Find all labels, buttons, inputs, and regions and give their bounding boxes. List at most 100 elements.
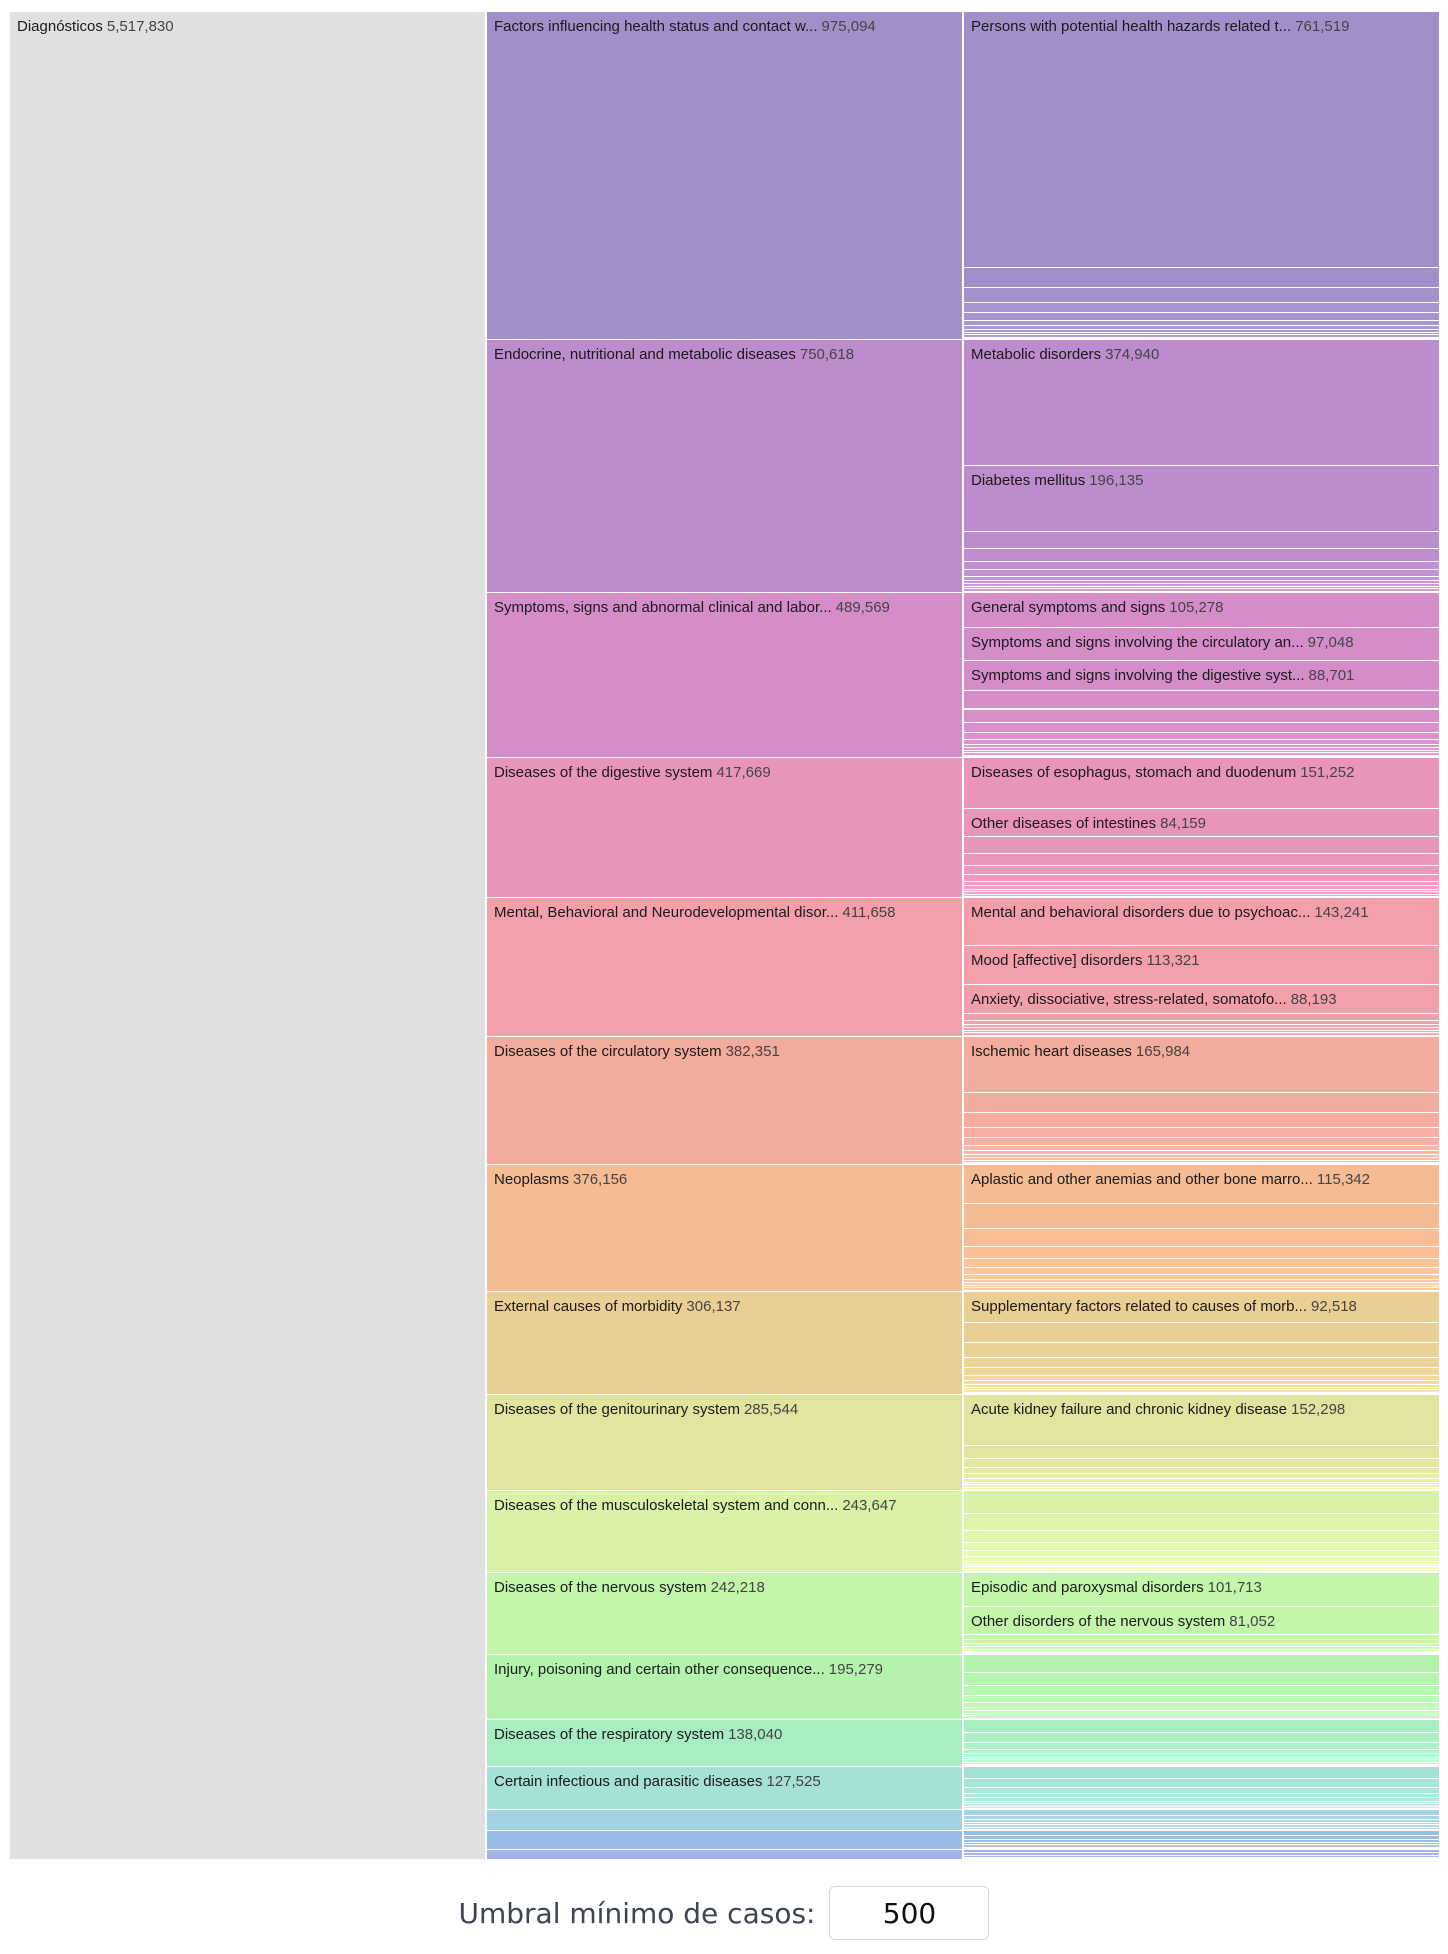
subcategory-cell-small[interactable] [964,753,1439,756]
subcategory-cell-small[interactable] [964,589,1439,592]
cell-label: Aplastic and other anemias and other bon… [971,1171,1370,1188]
subcategory-cell-small[interactable] [964,836,1439,855]
category-cell[interactable] [487,1830,962,1851]
subcategory-cell-small[interactable] [964,1487,1439,1491]
category-cell[interactable]: Diseases of the respiratory system 138,04… [487,1720,962,1767]
subcategory-cell[interactable]: Supplementary factors related to causes … [964,1292,1439,1324]
category-cell[interactable] [487,1809,962,1831]
subcategory-cell-small[interactable] [964,1343,1439,1358]
subcategory-cell-small[interactable] [964,1778,1439,1788]
root-cell[interactable]: Diagnósticos 5,517,830 [10,12,485,1860]
subcategory-cell-small[interactable] [964,288,1439,303]
subcategory-cell-small[interactable] [964,722,1439,733]
category-cell[interactable] [487,1850,962,1860]
subcategory-cell-small[interactable] [964,1514,1439,1531]
subcategory-cell[interactable]: Diseases of esophagus, stomach and duode… [964,757,1439,809]
subcategory-cell-small[interactable] [964,1033,1439,1036]
subcategory-cell-small[interactable] [964,1673,1439,1687]
subcategory-cell-small[interactable] [964,1138,1439,1146]
subcategory-cell-small[interactable] [964,1845,1439,1848]
subcategory-cell-small[interactable] [964,532,1439,550]
subcategory-cell[interactable]: Symptoms and signs involving the digesti… [964,660,1439,691]
subcategory-cell[interactable]: General symptoms and signs 105,278 [964,592,1439,629]
subcategory-cell-small[interactable] [964,1288,1439,1291]
subcategory-cell-small[interactable] [964,1127,1439,1139]
subcategory-cell-small[interactable] [964,1160,1439,1164]
subcategory-cell-small[interactable] [964,549,1439,562]
subcategory-cell[interactable]: Aplastic and other anemias and other bon… [964,1165,1439,1205]
subcategory-cell-small[interactable] [964,1733,1439,1743]
subcategory-cell[interactable]: Episodic and paroxysmal disorders 101,713 [964,1573,1439,1608]
subcategory-cell-small[interactable] [964,1720,1439,1734]
category-cell[interactable]: Diseases of the circulatory system 382,35… [487,1036,962,1166]
subcategory-cell-small[interactable] [964,1686,1439,1696]
subcategory-cell[interactable]: Other diseases of intestines 84,159 [964,808,1439,837]
category-cell[interactable]: Factors influencing health status and co… [487,12,962,341]
subcategory-cell-small[interactable] [964,1806,1439,1810]
subcategory-cell-small[interactable] [964,268,1439,289]
subcategory-cell-small[interactable] [964,1542,1439,1552]
subcategory-cell-small[interactable] [964,1855,1439,1859]
category-cell[interactable]: Endocrine, nutritional and metabolic dis… [487,340,962,593]
subcategory-cell-small[interactable] [964,1259,1439,1269]
category-cell[interactable]: Injury, poisoning and certain other cons… [487,1654,962,1721]
subcategory-cell[interactable]: Acute kidney failure and chronic kidney … [964,1395,1439,1447]
subcategory-cell-small[interactable] [964,1113,1439,1128]
subcategory-cell-small[interactable] [964,894,1439,898]
category-cell[interactable]: Certain infectious and parasitic disease… [487,1766,962,1810]
category-cell[interactable]: Diseases of the musculoskeletal system a… [487,1491,962,1574]
subcategory-cell[interactable]: Persons with potential health hazards re… [964,12,1439,269]
category-cell[interactable]: Symptoms, signs and abnormal clinical an… [487,592,962,758]
cell-value: 101,713 [1207,1579,1262,1597]
subcategory-cell-small[interactable] [964,1368,1439,1376]
subcategory-cell[interactable]: Mental and behavioral disorders due to p… [964,898,1439,947]
subcategory-cell-small[interactable] [964,1762,1439,1766]
subcategory-cell-small[interactable] [964,1390,1439,1393]
subcategory-cell-small[interactable] [964,1654,1439,1674]
subcategory-cell-small[interactable] [964,1695,1439,1703]
subcategory-cell-small[interactable] [964,1092,1439,1113]
subcategory-cell-small[interactable] [964,1649,1439,1653]
subcategory-cell-small[interactable] [964,1246,1439,1260]
category-cell[interactable]: External causes of morbidity 306,137 [487,1292,962,1396]
subcategory-cell-small[interactable] [964,732,1439,740]
threshold-input[interactable] [829,1886,990,1940]
subcategory-cell-small[interactable] [964,1323,1439,1344]
subcategory-cell[interactable]: Symptoms and signs involving the circula… [964,628,1439,661]
subcategory-cell-small[interactable] [964,1569,1439,1573]
cell-label-text: Diseases of the digestive system [494,763,713,781]
subcategory-cell-small[interactable] [964,1716,1439,1719]
subcategory-cell-small[interactable] [964,1268,1439,1276]
subcategory-cell[interactable]: Ischemic heart diseases 165,984 [964,1036,1439,1093]
subcategory-cell-small[interactable] [964,1446,1439,1459]
subcategory-cell-small[interactable] [964,335,1439,338]
cell-label-text: Episodic and paroxysmal disorders [971,1579,1204,1597]
category-cell[interactable]: Mental, Behavioral and Neurodevelopmenta… [487,898,962,1037]
category-cell[interactable]: Diseases of the digestive system 417,669 [487,757,962,899]
subcategory-cell-small[interactable] [964,302,1439,314]
subcategory-cell[interactable]: Anxiety, dissociative, stress-related, s… [964,984,1439,1015]
cell-value: 306,137 [686,1298,741,1316]
subcategory-cell-small[interactable] [964,709,1439,723]
cell-label-text: Mental and behavioral disorders due to p… [971,904,1311,922]
category-cell[interactable]: Diseases of the nervous system 242,218 [487,1573,962,1655]
subcategory-cell-small[interactable] [964,1204,1439,1229]
subcategory-cell[interactable]: Mood [affective] disorders 113,321 [964,946,1439,985]
subcategory-cell-small[interactable] [964,690,1439,710]
subcategory-cell-small[interactable] [964,1742,1439,1750]
subcategory-cell-small[interactable] [964,854,1439,867]
category-cell[interactable]: Neoplasms 376,156 [487,1165,962,1293]
subcategory-cell[interactable]: Metabolic disorders 374,940 [964,340,1439,467]
subcategory-cell[interactable]: Diabetes mellitus 196,135 [964,466,1439,533]
subcategory-cell-small[interactable] [964,1491,1439,1515]
subcategory-cell-small[interactable] [964,1458,1439,1468]
subcategory-cell-small[interactable] [964,1766,1439,1779]
subcategory-cell-small[interactable] [964,1228,1439,1247]
subcategory-cell-small[interactable] [964,866,1439,876]
subcategory-cell-small[interactable] [964,1530,1439,1543]
subcategory-cell[interactable]: Other disorders of the nervous system 81,… [964,1607,1439,1635]
subcategory-cell-small[interactable] [964,1357,1439,1369]
subcategory-cell-small[interactable] [964,313,1439,321]
subcategory-cell-small[interactable] [964,561,1439,571]
category-cell[interactable]: Diseases of the genitourinary system 285,… [487,1395,962,1492]
